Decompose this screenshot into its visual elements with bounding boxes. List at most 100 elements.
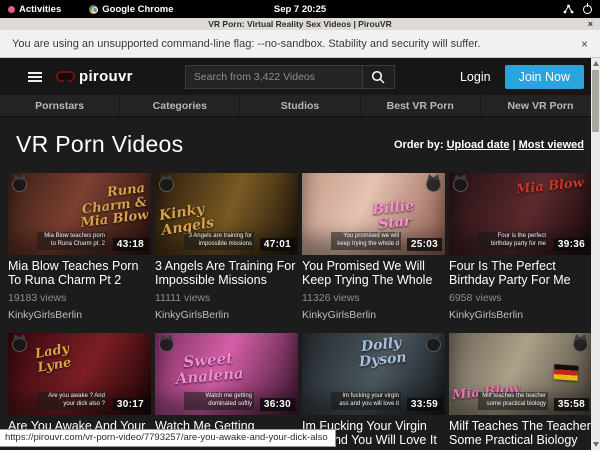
app-menu-label: Google Chrome [102,4,173,15]
video-studio-link[interactable]: KinkyGirlsBerlin [302,309,445,329]
video-title[interactable]: Milf Teaches The Teacher Some Practical … [449,419,592,447]
video-card[interactable]: Mia Blow Four is the perfect birthday pa… [449,173,592,329]
thumbnail-caption: Im fucking your virgin ass and you will … [331,392,401,410]
thumbnail-overlay-name: Sweet Analena [162,349,256,388]
thumbnail-overlay-name: Runa Charm & Mia Blow [59,182,149,233]
video-card[interactable]: Kinky Angels 3 Angels are training for i… [155,173,298,329]
hamburger-menu-icon[interactable] [28,70,42,84]
nav-item-categories[interactable]: Categories [119,95,239,116]
studio-cat-logo-icon [453,177,468,192]
order-by-most-viewed-link[interactable]: Most viewed [519,139,584,151]
nav-item-best-vr-porn[interactable]: Best VR Porn [360,95,480,116]
video-studio-link[interactable]: KinkyGirlsBerlin [8,309,151,329]
power-icon[interactable] [583,5,592,14]
studio-cat-logo-icon [12,177,27,192]
order-by-separator: | [513,139,516,151]
video-thumbnail[interactable]: Sweet Analena Watch me getting dominated… [155,333,298,415]
site-logo-text: pirouvr [79,68,133,85]
notification-dot-icon [8,6,15,13]
studio-cat-logo-icon [426,177,441,192]
video-thumbnail[interactable]: Runa Charm & Mia Blow Mia Blow teaches p… [8,173,151,255]
browser-tab-bar: VR Porn: Virtual Reality Sex Videos | Pi… [0,18,600,30]
video-thumbnail[interactable]: Mia Blow Four is the perfect birthday pa… [449,173,592,255]
video-duration-badge: 47:01 [260,238,295,251]
video-card[interactable]: Billie Star You promised we will keep tr… [302,173,445,329]
video-title[interactable]: Four Is The Perfect Birthday Party For M… [449,259,592,287]
video-thumbnail[interactable]: Billie Star You promised we will keep tr… [302,173,445,255]
video-duration-badge: 39:36 [554,238,589,251]
network-icon[interactable] [563,4,574,14]
thumbnail-overlay-name: Lady Lyne [34,336,108,375]
order-by-upload-date-link[interactable]: Upload date [447,139,510,151]
video-thumbnail[interactable]: Dolly Dyson Im fucking your virgin ass a… [302,333,445,415]
thumbnail-overlay-name: Kinky Angels [158,197,240,238]
chrome-infobar: You are using an unsupported command-lin… [0,30,600,58]
site-header: pirouvr Login Join Now [0,58,600,95]
video-thumbnail[interactable]: Kinky Angels 3 Angels are training for i… [155,173,298,255]
video-title[interactable]: Mia Blow Teaches Porn To Runa Charm Pt 2 [8,259,151,287]
search-icon [371,70,385,84]
page-scrollbar[interactable] [591,58,600,450]
video-card[interactable]: Runa Charm & Mia Blow Mia Blow teaches p… [8,173,151,329]
video-views: 19183 views [8,292,151,304]
infobar-message: You are using an unsupported command-lin… [12,38,480,50]
video-duration-badge: 36:30 [260,398,295,411]
studio-cat-logo-icon [426,337,441,352]
thumbnail-caption: Watch me getting dominated softly [184,392,254,410]
nav-item-studios[interactable]: Studios [239,95,359,116]
join-now-button[interactable]: Join Now [505,65,584,89]
thumbnail-caption: Four is the perfect birthday party for m… [478,232,548,250]
thumbnail-caption: 3 Angels are training for impossible mis… [184,232,254,250]
app-menu-button[interactable]: Google Chrome [89,4,173,15]
thumbnail-caption: Mia Blow teaches porn to Runa Charm pt. … [37,232,107,250]
studio-cat-logo-icon [159,337,174,352]
main-nav: Pornstars Categories Studios Best VR Por… [0,95,600,117]
video-card[interactable]: Mia Blow Milf teaches the teacher some p… [449,333,592,450]
thumbnail-caption: You promised we will keep trying the who… [331,232,401,250]
scrollbar-down-arrow-icon[interactable] [593,442,599,447]
infobar-close-icon[interactable]: × [581,37,588,51]
browser-tab-title: VR Porn: Virtual Reality Sex Videos | Pi… [208,19,391,29]
video-views: 11111 views [155,292,298,304]
video-thumbnail[interactable]: Lady Lyne Are you awake ? And your dick … [8,333,151,415]
nav-item-pornstars[interactable]: Pornstars [0,95,119,116]
video-duration-badge: 33:59 [407,398,442,411]
video-duration-badge: 43:18 [113,238,148,251]
order-by: Order by: Upload date|Most viewed [394,139,584,151]
german-flag-icon [554,364,579,381]
page-heading-row: VR Porn Videos Order by: Upload date|Mos… [0,117,600,173]
thumbnail-caption: Are you awake ? And your dick also ? [37,392,107,410]
thumbnail-caption: Milf teaches the teacher some practical … [478,392,548,410]
thumbnail-overlay-name: Mia Blow [513,176,586,197]
link-status-bar: https://pirouvr.com/vr-porn-video/779325… [0,429,336,447]
login-link[interactable]: Login [460,70,491,84]
video-title[interactable]: 3 Angels Are Training For Impossible Mis… [155,259,298,287]
site-logo[interactable]: pirouvr [56,68,133,85]
video-studio-link[interactable]: KinkyGirlsBerlin [449,309,592,329]
video-views: 11326 views [302,292,445,304]
nav-item-new-vr-porn[interactable]: New VR Porn [480,95,600,116]
studio-cat-logo-icon [159,177,174,192]
activities-button[interactable]: Activities [8,4,61,15]
video-title[interactable]: You Promised We Will Keep Trying The Who… [302,259,445,287]
search-input[interactable] [185,65,363,89]
search-button[interactable] [363,65,395,89]
search-bar [185,65,395,89]
video-duration-badge: 30:17 [113,398,148,411]
scrollbar-thumb[interactable] [592,70,599,132]
video-views: 6958 views [449,292,592,304]
studio-cat-logo-icon [573,337,588,352]
vr-goggles-icon [56,71,75,82]
video-grid: Runa Charm & Mia Blow Mia Blow teaches p… [8,173,592,450]
video-thumbnail[interactable]: Mia Blow Milf teaches the teacher some p… [449,333,592,415]
chrome-icon [89,5,98,14]
tab-close-icon[interactable]: × [588,18,593,30]
order-by-label: Order by: [394,139,444,151]
video-studio-link[interactable]: KinkyGirlsBerlin [155,309,298,329]
scrollbar-up-arrow-icon[interactable] [593,61,599,66]
page-title: VR Porn Videos [16,131,183,158]
clock[interactable]: Sep 7 20:25 [274,4,326,15]
activities-label: Activities [19,4,61,15]
system-top-bar: Activities Google Chrome Sep 7 20:25 [0,0,600,18]
thumbnail-overlay-name: Dolly Dyson [335,333,430,372]
